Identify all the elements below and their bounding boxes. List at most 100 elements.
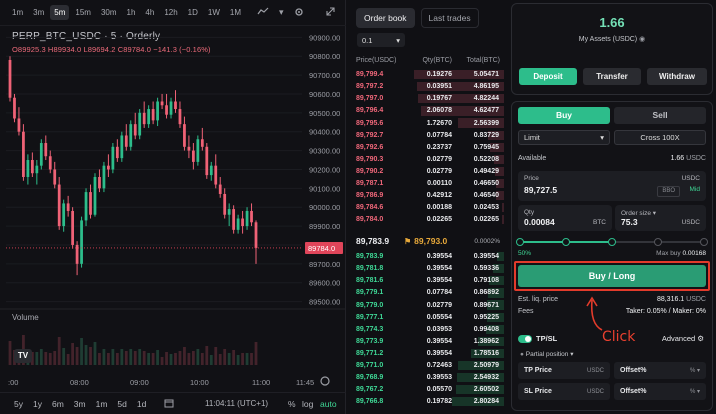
timeframe-15m[interactable]: 15m xyxy=(71,5,95,20)
deposit-button[interactable]: Deposit xyxy=(519,68,577,85)
bid-row[interactable]: 89,777.1 0.05554 0.95225 xyxy=(349,312,504,323)
tp-offset-input[interactable]: Offset% % ▾ xyxy=(614,362,706,379)
time-tick-label: 08:00 xyxy=(70,378,89,387)
bid-total: 0.89671 xyxy=(473,301,499,309)
bid-row[interactable]: 89,773.9 0.39554 1.38962 xyxy=(349,336,504,347)
bid-row[interactable]: 89,779.1 0.07784 0.86892 xyxy=(349,287,504,298)
bid-price: 89,779.0 xyxy=(356,301,384,309)
indicator-icon[interactable] xyxy=(253,4,273,21)
bid-row[interactable]: 89,779.0 0.02779 0.89671 xyxy=(349,299,504,310)
timeframe-4h[interactable]: 4h xyxy=(141,5,158,20)
price-input[interactable]: Price USDC 89,727.5 BBO Mid xyxy=(518,171,706,201)
range-1d[interactable]: 1d xyxy=(133,397,150,411)
bid-row[interactable]: 89,768.9 0.39553 2.54932 xyxy=(349,372,504,383)
timeframe-3m[interactable]: 3m xyxy=(29,5,48,20)
bid-row[interactable]: 89,781.8 0.39554 0.59336 xyxy=(349,263,504,274)
bid-row[interactable]: 89,771.2 0.39554 1.78516 xyxy=(349,348,504,359)
transfer-button[interactable]: Transfer xyxy=(583,68,641,85)
timeframe-1d[interactable]: 1D xyxy=(184,5,202,20)
range-1m[interactable]: 1m xyxy=(92,397,112,411)
eye-icon[interactable]: ◉ xyxy=(639,36,645,43)
sl-price-input[interactable]: SL Price USDC xyxy=(518,383,610,400)
tab-last-trades[interactable]: Last trades xyxy=(420,8,479,28)
bid-qty: 0.05570 xyxy=(426,386,452,394)
bid-price: 89,771.0 xyxy=(356,362,384,370)
slider-tick[interactable] xyxy=(654,238,662,246)
ask-row[interactable]: 89,795.6 1.72670 2.56399 xyxy=(349,117,504,128)
qty-slider[interactable] xyxy=(516,237,708,247)
tp-price-input[interactable]: TP Price USDC xyxy=(518,362,610,379)
available-label: Available xyxy=(518,155,547,162)
order-type-select[interactable]: Limit ▾ xyxy=(518,130,610,145)
ask-row[interactable]: 89,796.4 2.06078 4.62477 xyxy=(349,105,504,116)
expand-icon[interactable] xyxy=(322,4,339,21)
calendar-icon[interactable] xyxy=(160,395,178,413)
sell-tab[interactable]: Sell xyxy=(614,107,706,124)
ask-price: 89,795.6 xyxy=(356,119,384,127)
range-6m[interactable]: 6m xyxy=(48,397,68,411)
bid-row[interactable]: 89,781.6 0.39554 0.79108 xyxy=(349,275,504,286)
ask-row[interactable]: 89,797.0 0.19767 4.82244 xyxy=(349,93,504,104)
range-1y[interactable]: 1y xyxy=(29,397,46,411)
ask-row[interactable]: 89,790.3 0.02779 0.52208 xyxy=(349,154,504,165)
slider-tick[interactable] xyxy=(700,238,708,246)
candlestick-chart[interactable]: 90900.00 90800.00 90700.00 90600.00 90500.00… xyxy=(0,26,346,392)
slider-tick[interactable] xyxy=(516,238,524,246)
withdraw-button[interactable]: Withdraw xyxy=(647,68,707,85)
auto-toggle[interactable]: auto xyxy=(320,399,337,409)
timeframe-12h[interactable]: 12h xyxy=(160,5,181,20)
bid-row[interactable]: 89,783.9 0.39554 0.39554 xyxy=(349,251,504,262)
slider-tick[interactable] xyxy=(562,238,570,246)
volume-bar xyxy=(111,349,115,365)
ask-row[interactable]: 89,792.6 0.23737 0.75945 xyxy=(349,142,504,153)
ask-row[interactable]: 89,790.2 0.02779 0.49429 xyxy=(349,166,504,177)
price-value[interactable]: 89,727.5 xyxy=(524,185,557,195)
tpsl-toggle[interactable] xyxy=(518,334,532,343)
ask-row[interactable]: 89,792.7 0.07784 0.83729 xyxy=(349,130,504,141)
timeframe-1h[interactable]: 1h xyxy=(123,5,140,20)
buy-tab[interactable]: Buy xyxy=(518,107,610,124)
tab-order-book[interactable]: Order book xyxy=(356,8,415,28)
bid-row[interactable]: 89,771.0 0.72463 2.50979 xyxy=(349,360,504,371)
ask-row[interactable]: 89,787.1 0.00110 0.46650 xyxy=(349,178,504,189)
ask-row[interactable]: 89,799.4 0.19276 5.05471 xyxy=(349,69,504,80)
chart-type-icon[interactable]: ▾ xyxy=(275,4,288,21)
ask-row[interactable]: 89,786.9 0.42912 0.46540 xyxy=(349,190,504,201)
partial-position-select[interactable]: ● Partial position ▾ xyxy=(520,350,573,358)
qty-input[interactable]: Qty 0.00084 BTC xyxy=(518,205,612,231)
timeframe-1w[interactable]: 1W xyxy=(204,5,224,20)
range-5d[interactable]: 5d xyxy=(113,397,130,411)
order-size-value[interactable]: 75.3 xyxy=(621,217,638,227)
candle-body xyxy=(120,135,124,159)
precision-select[interactable]: 0.1 ▾ xyxy=(357,33,405,47)
volume-bar xyxy=(66,354,70,365)
advanced-button[interactable]: Advanced ⚙ xyxy=(662,334,704,343)
range-5y[interactable]: 5y xyxy=(10,397,27,411)
ask-row[interactable]: 89,784.6 0.00188 0.02453 xyxy=(349,202,504,213)
bid-row[interactable]: 89,767.2 0.05570 2.60502 xyxy=(349,384,504,395)
log-toggle[interactable]: log xyxy=(302,399,313,409)
bbo-button[interactable]: BBO xyxy=(657,186,680,197)
ask-row[interactable]: 89,784.0 0.02265 0.02265 xyxy=(349,214,504,225)
candle-body xyxy=(84,192,88,221)
ask-row[interactable]: 89,797.2 0.03951 4.86195 xyxy=(349,81,504,92)
settings-icon[interactable] xyxy=(290,4,308,22)
tpsl-row[interactable]: TP/SL xyxy=(518,334,557,343)
slider-tick[interactable] xyxy=(608,238,616,246)
timeframe-5m[interactable]: 5m xyxy=(50,5,70,20)
bid-row[interactable]: 89,774.3 0.03953 0.99408 xyxy=(349,324,504,335)
volume-bar xyxy=(245,353,249,365)
bid-row[interactable]: 89,766.8 0.19782 2.80284 xyxy=(349,396,504,407)
timeframe-30m[interactable]: 30m xyxy=(97,5,121,20)
timeframe-1m[interactable]: 1m xyxy=(8,5,27,20)
qty-value[interactable]: 0.00084 xyxy=(524,217,555,227)
sl-offset-input[interactable]: Offset% % ▾ xyxy=(614,383,706,400)
header-total: Total(BTC) xyxy=(466,57,500,64)
mid-button[interactable]: Mid xyxy=(690,186,700,193)
timeframe-1mo[interactable]: 1M xyxy=(226,5,245,20)
order-size-input[interactable]: Order size ▾ 75.3 USDC xyxy=(615,205,706,231)
range-3m[interactable]: 3m xyxy=(70,397,90,411)
leverage-button[interactable]: Cross 100X xyxy=(614,130,706,145)
buy-long-button[interactable]: Buy / Long xyxy=(518,265,706,287)
percent-toggle[interactable]: % xyxy=(288,399,296,409)
